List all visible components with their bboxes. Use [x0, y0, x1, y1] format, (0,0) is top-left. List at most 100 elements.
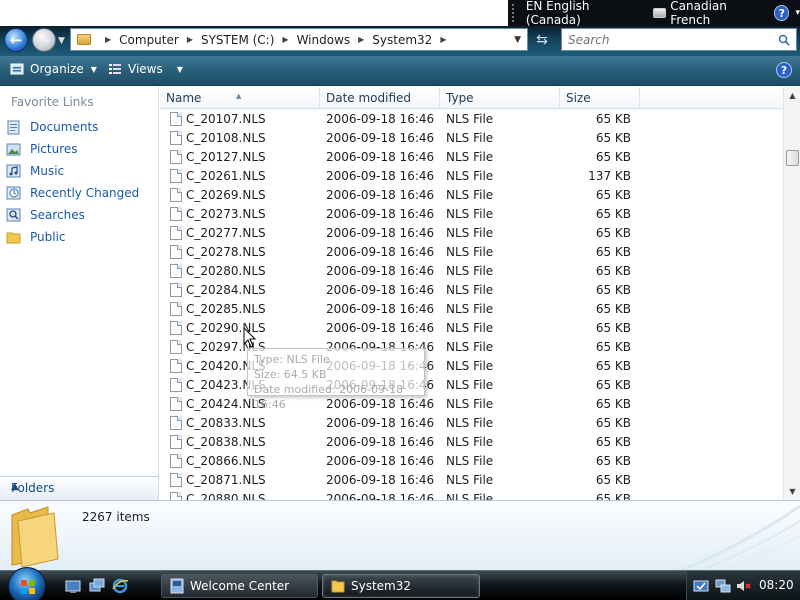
table-row[interactable]: C_20108.NLS 2006-09-18 16:46 NLS File 65 KB [160, 129, 783, 148]
keyboard-layout[interactable]: Canadian French [670, 0, 766, 27]
file-name[interactable]: C_20880.NLS [186, 492, 266, 500]
switch-windows-icon[interactable] [88, 577, 106, 595]
back-button[interactable]: ← [4, 28, 28, 52]
breadcrumb-system-c[interactable]: SYSTEM (C:) [201, 33, 274, 47]
table-row[interactable]: C_20866.NLS 2006-09-18 16:46 NLS File 65 KB [160, 452, 783, 471]
show-desktop-icon[interactable] [64, 577, 82, 595]
table-row[interactable]: C_20285.NLS 2006-09-18 16:46 NLS File 65 KB [160, 300, 783, 319]
file-name[interactable]: C_20866.NLS [186, 454, 266, 468]
file-name[interactable]: C_20127.NLS [186, 150, 266, 164]
column-size[interactable]: Size [560, 87, 640, 109]
forward-button[interactable]: → [32, 28, 56, 52]
chevron-right-icon[interactable]: ▶ [440, 35, 446, 44]
nav-item-pictures[interactable]: Pictures [6, 141, 78, 157]
file-icon [170, 416, 182, 430]
file-name[interactable]: C_20278.NLS [186, 245, 266, 259]
breadcrumb-computer[interactable]: Computer [119, 33, 179, 47]
start-button[interactable] [8, 567, 46, 600]
chevron-right-icon[interactable]: ▶ [187, 35, 193, 44]
file-date: 2006-09-18 16:46 [326, 416, 435, 430]
file-name[interactable]: C_20273.NLS [186, 207, 266, 221]
table-row[interactable]: C_20833.NLS 2006-09-18 16:46 NLS File 65 KB [160, 414, 783, 433]
search-input[interactable] [562, 32, 762, 47]
file-name[interactable]: C_20284.NLS [186, 283, 266, 297]
file-type: NLS File [446, 207, 494, 221]
table-row[interactable]: C_20880.NLS 2006-09-18 16:46 NLS File 65 KB [160, 490, 783, 500]
file-name[interactable]: C_20269.NLS [186, 188, 266, 202]
folders-toggle[interactable]: Folders ▲ [0, 476, 159, 500]
file-type: NLS File [446, 150, 494, 164]
search-icon[interactable] [778, 34, 790, 46]
organize-button[interactable]: Organize ▼ [10, 62, 97, 76]
scroll-down-icon[interactable]: ▼ [784, 483, 800, 500]
breadcrumb-windows[interactable]: Windows [297, 33, 351, 47]
favorite-links-header: Favorite Links [11, 95, 94, 109]
file-list: Name ▲ Date modified Type Size C_20107.N… [160, 87, 783, 500]
table-row[interactable]: C_20261.NLS 2006-09-18 16:46 NLS File 137 K… [160, 167, 783, 186]
column-name[interactable]: Name ▲ [160, 87, 320, 109]
address-bar[interactable]: ▶ Computer ▶ SYSTEM (C:) ▶ Windows ▶ Sys… [70, 28, 528, 51]
nav-item-label: Public [30, 230, 66, 244]
column-date-modified[interactable]: Date modified [320, 87, 440, 109]
file-name[interactable]: C_20108.NLS [186, 131, 266, 145]
vertical-scrollbar[interactable]: ▲ ▼ [783, 87, 800, 500]
chevron-right-icon[interactable]: ▶ [358, 35, 364, 44]
language-help-icon[interactable]: ? [774, 5, 790, 21]
chevron-right-icon[interactable]: ▶ [282, 35, 288, 44]
clock[interactable]: 08:20 [759, 578, 794, 592]
recent-pages-dropdown[interactable]: ▼ [58, 36, 65, 46]
table-row[interactable]: C_20127.NLS 2006-09-18 16:46 NLS File 65 KB [160, 148, 783, 167]
file-name[interactable]: C_20838.NLS [186, 435, 266, 449]
item-count: 2267 items [82, 510, 150, 524]
table-row[interactable]: C_20280.NLS 2006-09-18 16:46 NLS File 65 KB [160, 262, 783, 281]
table-row[interactable]: C_20838.NLS 2006-09-18 16:46 NLS File 65 KB [160, 433, 783, 452]
file-size: 137 KB [588, 169, 631, 183]
file-type: NLS File [446, 492, 494, 500]
table-row[interactable]: C_20277.NLS 2006-09-18 16:46 NLS File 65 KB [160, 224, 783, 243]
file-name[interactable]: C_20285.NLS [186, 302, 266, 316]
internet-explorer-icon[interactable] [111, 577, 129, 595]
nav-item-searches[interactable]: Searches [6, 207, 85, 223]
file-name[interactable]: C_20261.NLS [186, 169, 266, 183]
nav-item-music[interactable]: Music [6, 163, 64, 179]
pictures-icon [6, 143, 21, 156]
views-button[interactable]: Views ▼ [108, 62, 183, 76]
language-bar-options-icon[interactable]: ▾ [795, 8, 800, 18]
file-name[interactable]: C_20277.NLS [186, 226, 266, 240]
language-bar-grip[interactable] [512, 4, 518, 22]
nav-item-recently-changed[interactable]: Recently Changed [6, 185, 139, 201]
table-row[interactable]: C_20269.NLS 2006-09-18 16:46 NLS File 65 KB [160, 186, 783, 205]
table-row[interactable]: C_20871.NLS 2006-09-18 16:46 NLS File 65 KB [160, 471, 783, 490]
search-box[interactable] [561, 28, 797, 51]
address-history-dropdown[interactable]: ▼ [514, 35, 521, 45]
file-size: 65 KB [595, 397, 631, 411]
file-name[interactable]: C_20107.NLS [186, 112, 266, 126]
nav-item-documents[interactable]: Documents [6, 119, 98, 135]
file-name[interactable]: C_20833.NLS [186, 416, 266, 430]
refresh-icon[interactable]: ⇆ [530, 30, 554, 50]
taskbar-welcome-center[interactable]: Welcome Center [161, 574, 318, 598]
taskbar-system32[interactable]: System32 [322, 574, 480, 598]
chevron-right-icon[interactable]: ▶ [105, 35, 111, 44]
help-icon[interactable]: ? [776, 62, 792, 78]
chevron-down-icon[interactable]: ▼ [177, 65, 183, 74]
file-size: 65 KB [595, 435, 631, 449]
breadcrumb-system32[interactable]: System32 [372, 33, 432, 47]
file-name[interactable]: C_20871.NLS [186, 473, 266, 487]
file-name[interactable]: C_20280.NLS [186, 264, 266, 278]
table-row[interactable]: C_20273.NLS 2006-09-18 16:46 NLS File 65 KB [160, 205, 783, 224]
volume-muted-icon[interactable] [735, 578, 751, 594]
file-type: NLS File [446, 378, 494, 392]
network-icon[interactable] [715, 578, 731, 594]
nav-item-public[interactable]: Public [6, 229, 66, 245]
action-center-icon[interactable] [693, 578, 709, 594]
input-language[interactable]: EN English (Canada) [526, 0, 643, 27]
chevron-up-icon[interactable]: ▲ [11, 481, 150, 492]
table-row[interactable]: C_20278.NLS 2006-09-18 16:46 NLS File 65 KB [160, 243, 783, 262]
table-row[interactable]: C_20107.NLS 2006-09-18 16:46 NLS File 65 KB [160, 110, 783, 129]
table-row[interactable]: C_20284.NLS 2006-09-18 16:46 NLS File 65 KB [160, 281, 783, 300]
column-type[interactable]: Type [440, 87, 560, 109]
file-size: 65 KB [595, 131, 631, 145]
scroll-thumb[interactable] [786, 150, 799, 166]
scroll-up-icon[interactable]: ▲ [784, 87, 800, 104]
